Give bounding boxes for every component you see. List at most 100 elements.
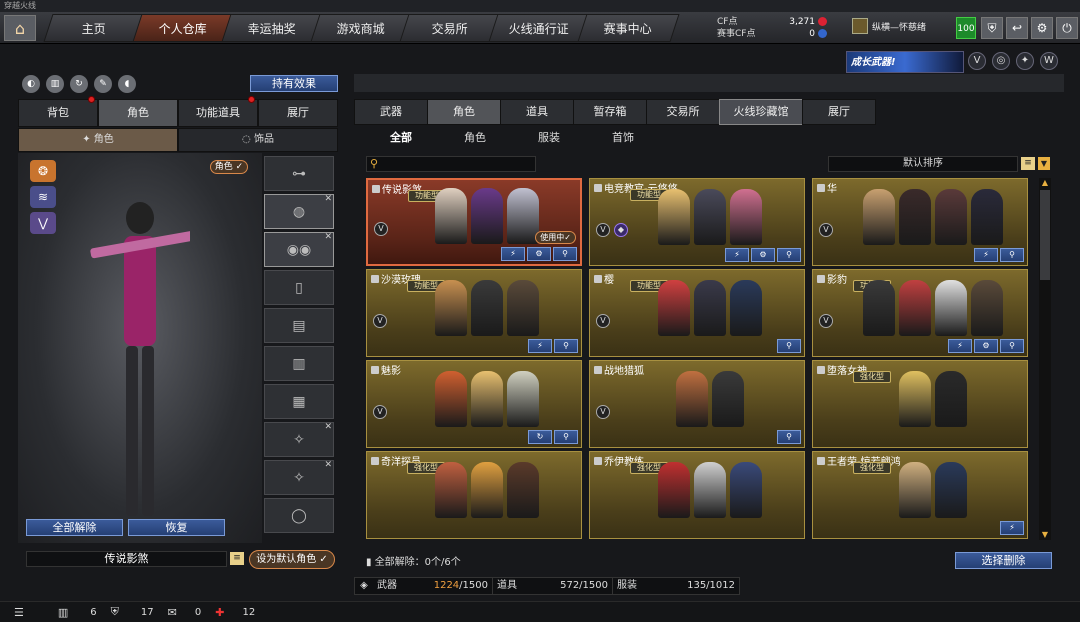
mouse-icon[interactable]: ◖ (118, 75, 136, 93)
character-card[interactable]: 华 V ⚡ ⚲ (812, 178, 1028, 266)
event-icon[interactable]: ✦ (1016, 52, 1034, 70)
list-icon[interactable]: ≡ (1021, 157, 1035, 170)
tab-character[interactable]: 角色 (98, 99, 178, 127)
skill-chevron-icon[interactable]: ⋁ (30, 212, 56, 234)
preset-name[interactable]: 传说影煞 (26, 551, 227, 567)
batch-delete-button[interactable]: 选择删除 (955, 552, 1052, 569)
scroll-thumb[interactable] (1040, 190, 1050, 280)
hold-effect-button[interactable]: 持有效果 (250, 75, 338, 92)
preview-search-icon[interactable]: ⚲ (777, 339, 801, 353)
tab-weapons[interactable]: 武器 (354, 99, 428, 125)
tab-exchange[interactable]: 交易所 (646, 99, 720, 125)
equip-icon[interactable]: ⚡ (1000, 521, 1024, 535)
preview-search-icon[interactable]: ⚲ (1000, 339, 1024, 353)
equip-icon[interactable]: ⚡ (974, 248, 998, 262)
toggle-icon[interactable]: ◐ (22, 75, 40, 93)
shield-counter[interactable]: ⛨ 17 (111, 605, 154, 619)
preview-search-icon[interactable]: ⚲ (554, 430, 578, 444)
preview-search-icon[interactable]: ⚲ (1000, 248, 1024, 262)
slot-primary-weapon[interactable]: ⊶ (264, 156, 334, 191)
unequip-all-button[interactable]: 全部解除 (26, 519, 123, 536)
slot-pet-gold[interactable]: ✧ ✕ (264, 422, 334, 457)
logo-w-icon[interactable]: W (1040, 52, 1058, 70)
user-info[interactable]: 纵横—怀慈绪 (852, 18, 926, 34)
character-card[interactable]: 樱功能型 V ⚲ (589, 269, 805, 357)
tab-items[interactable]: 功能道具 (178, 96, 258, 127)
slot-pet-silver[interactable]: ✧ ✕ (264, 460, 334, 495)
tab-collection[interactable]: 火线珍藏馆 (719, 99, 803, 125)
scroll-down-icon[interactable]: ▼ (1039, 530, 1051, 540)
gear-icon[interactable]: ⚙ (1031, 17, 1053, 39)
character-card[interactable]: 魅影 V ↻ ⚲ (366, 360, 582, 448)
nav-home[interactable]: 主页 (43, 14, 146, 42)
return-icon[interactable]: ↩ (1006, 17, 1028, 39)
menu-icon[interactable]: ☰ (14, 606, 24, 619)
home-icon[interactable]: ⌂ (4, 15, 36, 41)
character-card[interactable]: 沙漠玫瑰 功能型 V ⚡ ⚲ (366, 269, 582, 357)
gift-counter[interactable]: ✚ 12 (215, 606, 255, 619)
subtab-accessory[interactable]: ◌ 饰品 (178, 128, 338, 152)
search-input[interactable]: ⚲ (366, 156, 536, 172)
mail-counter[interactable]: ▥ 6 (58, 606, 97, 619)
preview-search-icon[interactable]: ⚲ (777, 430, 801, 444)
subtab-jewelry[interactable]: 首饰 (586, 129, 660, 147)
character-card[interactable]: 影豹功能型V⚡⚙⚲ (812, 269, 1028, 357)
chat-counter[interactable]: ✉ 0 (168, 606, 202, 619)
scroll-up-icon[interactable]: ▲ (1039, 178, 1051, 188)
equip-icon[interactable]: ⚡ (725, 248, 749, 262)
sort-select[interactable]: 默认排序 (828, 156, 1018, 172)
nav-exchange[interactable]: 交易所 (399, 14, 502, 42)
slot-goggles[interactable]: ◉◉ ✕ (264, 232, 334, 267)
equip-icon[interactable]: ⚡ (501, 247, 525, 261)
subtab-character[interactable]: ✦ 角色 (18, 128, 178, 152)
nav-lottery[interactable]: 幸运抽奖 (221, 14, 324, 42)
preview-search-icon[interactable]: ⚲ (777, 248, 801, 262)
nav-warehouse[interactable]: 个人仓库 (132, 14, 235, 42)
tab-storage[interactable]: 暂存箱 (573, 99, 647, 125)
subtab-role[interactable]: 角色 (438, 129, 512, 147)
gear-icon[interactable]: ⚙ (974, 339, 998, 353)
character-card[interactable]: 战地猎狐 V ⚲ (589, 360, 805, 448)
subtab-outfit[interactable]: 服装 (512, 129, 586, 147)
nav-shop[interactable]: 游戏商城 (310, 14, 413, 42)
badge-v-icon[interactable]: V (968, 52, 986, 70)
tab-showroom[interactable]: 展厅 (258, 99, 338, 127)
rotate-icon[interactable]: ↻ (528, 430, 552, 444)
set-default-button[interactable]: 设为默认角色 ✓ (249, 550, 335, 569)
character-card[interactable]: 乔伊教练 强化型 (589, 451, 805, 539)
subtab-all[interactable]: 全部 (364, 129, 438, 147)
character-card[interactable]: 电竞教官-云悠悠功能型V◆⚡⚙⚲ (589, 178, 805, 266)
promo-banner[interactable]: 成长武器! (846, 51, 964, 73)
tab-hall[interactable]: 展厅 (802, 99, 876, 125)
slot-helmet[interactable]: ◍ ✕ (264, 194, 334, 229)
target-icon[interactable]: ◎ (992, 52, 1010, 70)
skill-fire-icon[interactable]: ❂ (30, 160, 56, 182)
character-card[interactable]: 奇洋探员 强化型 (366, 451, 582, 539)
role-tag[interactable]: 角色 ✓ (210, 160, 248, 174)
stats-icon[interactable]: ▥ (46, 75, 64, 93)
preview-search-icon[interactable]: ⚲ (554, 339, 578, 353)
grid-scrollbar[interactable]: ▲ ▼ (1039, 178, 1051, 540)
tab-bag[interactable]: 背包 (18, 96, 98, 127)
equip-icon[interactable]: ⚡ (528, 339, 552, 353)
nav-pass[interactable]: 火线通行证 (488, 14, 591, 42)
preview-search-icon[interactable]: ⚲ (553, 247, 577, 261)
nav-events[interactable]: 赛事中心 (577, 14, 680, 42)
remove-icon[interactable]: ✕ (324, 194, 332, 204)
tab-characters[interactable]: 角色 (427, 99, 501, 125)
remove-icon[interactable]: ✕ (324, 232, 332, 242)
slot-vest[interactable]: ▥ (264, 346, 334, 381)
slot-radio[interactable]: ▯ (264, 270, 334, 305)
sort-down-icon[interactable]: ▼ (1038, 157, 1050, 170)
character-card[interactable]: 堕落女神 强化型 (812, 360, 1028, 448)
remove-icon[interactable]: ✕ (324, 460, 332, 470)
wand-icon[interactable]: ✎ (94, 75, 112, 93)
gear-icon[interactable]: ⚙ (527, 247, 551, 261)
skill-wing-icon[interactable]: ≋ (30, 186, 56, 208)
equip-icon[interactable]: ⚡ (948, 339, 972, 353)
refresh-icon[interactable]: ↻ (70, 75, 88, 93)
list-icon[interactable]: ≡ (230, 552, 244, 565)
power-icon[interactable]: ⏻ (1056, 17, 1078, 39)
character-card[interactable]: 传说影煞 功能型 V 使用中✓ ⚡ ⚙ ⚲ (366, 178, 582, 266)
slot-pants[interactable]: ▦ (264, 384, 334, 419)
